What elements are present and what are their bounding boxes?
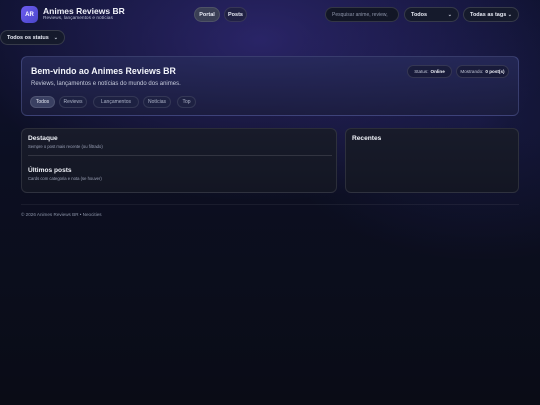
status-select[interactable]: Todos os status ⌄	[0, 30, 65, 45]
site-title: Animes Reviews BR	[43, 6, 125, 16]
nav-portal-button[interactable]: Portal	[194, 7, 220, 22]
filter-chip-top[interactable]: Top	[177, 96, 196, 108]
status-select-value: Todos os status	[7, 34, 49, 41]
tags-select-value: Todas as tags	[470, 11, 507, 18]
logo[interactable]: AR	[21, 6, 38, 23]
filter-chip-noticias[interactable]: Notícias	[143, 96, 171, 108]
ultimos-posts-title: Últimos posts	[28, 167, 72, 174]
filter-chip-lancamentos[interactable]: Lançamentos	[93, 96, 139, 108]
status-value: Online	[430, 69, 445, 74]
destaque-subtitle: Sempre o post mais recente (ou filtrado)	[28, 144, 103, 149]
site-subtitle: Reviews, lançamentos e notícias	[43, 16, 113, 21]
showing-value: 0 post(s)	[485, 69, 505, 74]
recentes-title: Recentes	[352, 135, 382, 142]
filter-chip-todos[interactable]: Todos	[30, 96, 55, 108]
category-select[interactable]: Todos ⌄	[404, 7, 459, 22]
divider	[28, 155, 332, 156]
footer-text: © 2026 Animes Reviews BR • Neocities	[21, 212, 102, 217]
welcome-card: Bem-vindo ao Animes Reviews BR Reviews, …	[21, 56, 519, 116]
status-badge: Status: Online	[407, 65, 452, 78]
nav-posts-button[interactable]: Posts	[224, 7, 247, 22]
filter-chip-reviews[interactable]: Reviews	[59, 96, 87, 108]
search-input[interactable]	[325, 7, 399, 22]
status-label: Status:	[414, 69, 429, 74]
welcome-title: Bem-vindo ao Animes Reviews BR	[31, 66, 176, 76]
recent-panel: Recentes	[345, 128, 519, 193]
tags-select[interactable]: Todas as tags ⌄	[463, 7, 519, 22]
welcome-subtitle: Reviews, lançamentos e notícias do mundo…	[31, 81, 181, 87]
footer-divider	[21, 204, 519, 205]
chevron-down-icon: ⌄	[53, 34, 58, 41]
main-panel: Destaque Sempre o post mais recente (ou …	[21, 128, 337, 193]
showing-label: Mostrando:	[460, 69, 484, 74]
category-select-value: Todos	[411, 11, 428, 18]
ultimos-posts-subtitle: Cards com categoria e nota (se houver)	[28, 176, 102, 181]
header-bar: AR Animes Reviews BR Reviews, lançamento…	[0, 0, 540, 30]
post-count-badge: Mostrando: 0 post(s)	[456, 65, 509, 78]
chevron-down-icon: ⌄	[507, 11, 512, 18]
chevron-down-icon: ⌄	[447, 11, 452, 18]
destaque-title: Destaque	[28, 135, 58, 142]
